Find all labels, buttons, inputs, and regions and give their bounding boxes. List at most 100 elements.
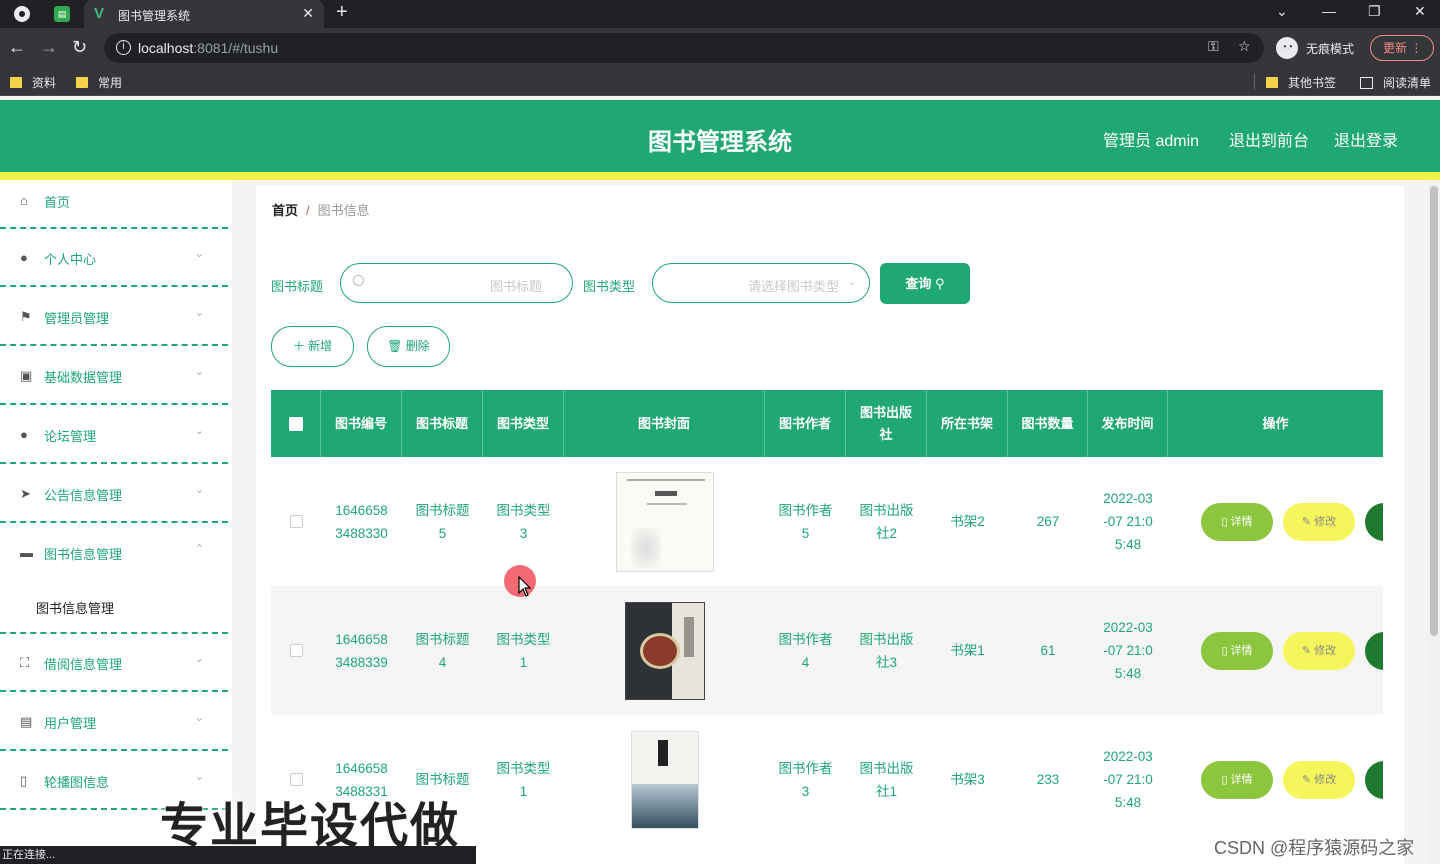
other-bookmarks[interactable]: 其他书签 [1266, 74, 1336, 91]
select-all-checkbox[interactable] [288, 416, 303, 431]
cell-actions: ▯ 详情 ✎ 修改 [1168, 586, 1383, 715]
bookmark-folder-changyong[interactable]: 常用 [76, 74, 122, 91]
cell-publisher: 图书出版 社2 [859, 502, 914, 541]
col-author: 图书作者 [765, 390, 846, 457]
send-icon: ➤ [20, 486, 31, 501]
restore-icon[interactable]: ❐ [1368, 3, 1381, 20]
delete-row-button[interactable] [1365, 632, 1383, 670]
logout-link[interactable]: 退出登录 [1334, 127, 1398, 151]
sidebar-item-users[interactable]: ▤ 用户管理 ⌄ [0, 693, 228, 751]
type-select[interactable]: 请选择图书类型 ⌄ [652, 263, 870, 303]
col-cover: 图书封面 [564, 390, 765, 457]
forward-icon[interactable]: → [40, 37, 58, 58]
url-input[interactable]: i localhost:8081/#/tushu ⚿ ☆ [104, 33, 1264, 63]
cell-count: 61 [1040, 643, 1056, 658]
sidebar-item-basic-data[interactable]: ▣ 基础数据管理 ⌄ [0, 347, 228, 405]
col-publisher: 图书出版社 [846, 390, 927, 457]
folder-icon [1266, 77, 1278, 88]
page-scrollbar-thumb[interactable] [1430, 186, 1438, 636]
sidebar-item-label: 借阅信息管理 [44, 657, 123, 672]
window-close-icon[interactable]: ✕ [1414, 3, 1426, 20]
sidebar-item-home[interactable]: ⌂ 首页 [0, 180, 228, 229]
tab-close-icon[interactable]: ✕ [302, 5, 314, 22]
row-check-cell[interactable] [271, 457, 321, 586]
sidebar-item-borrow[interactable]: ⛶ 借阅信息管理 ⌄ [0, 634, 228, 692]
sidebar-item-label: 用户管理 [44, 716, 97, 731]
site-info-icon[interactable]: i [116, 40, 131, 55]
back-to-front-link[interactable]: 退出到前台 [1229, 127, 1309, 151]
detail-button[interactable]: ▯ 详情 [1201, 632, 1273, 670]
sidebar-item-forum[interactable]: ● 论坛管理 ⌄ [0, 406, 228, 464]
sidebar-item-label: 个人中心 [44, 252, 97, 267]
chevron-down-icon: ⌄ [194, 484, 204, 496]
detail-button[interactable]: ▯ 详情 [1201, 761, 1273, 799]
sidebar-subitem-book-info[interactable]: 图书信息管理 [36, 598, 114, 617]
sidebar-item-personal[interactable]: ● 个人中心 ⌄ [0, 229, 228, 287]
detail-button[interactable]: ▯ 详情 [1201, 503, 1273, 541]
type-filter-label: 图书类型 [583, 279, 636, 294]
chevron-up-icon: ⌃ [194, 543, 204, 555]
app-header: 图书管理系统 管理员 admin 退出到前台 退出登录 [0, 100, 1440, 172]
pinned-tab-icon[interactable]: ▤ [54, 6, 70, 22]
tab-search-icon[interactable]: ⌄ [1276, 3, 1288, 20]
row-checkbox[interactable] [289, 644, 303, 657]
delete-row-button[interactable] [1365, 503, 1383, 541]
cell-count: 267 [1036, 514, 1060, 529]
title-filter-label: 图书标题 [271, 279, 324, 294]
breadcrumb-home[interactable]: 首页 [272, 203, 298, 218]
star-icon[interactable]: ☆ [1238, 38, 1251, 55]
chevron-down-icon: ⌄ [194, 425, 204, 437]
sidebar-item-label: 首页 [44, 195, 71, 210]
browser-status-bar: 正在连接... [0, 846, 476, 864]
browser-tab-active[interactable]: V 图书管理系统 ✕ [84, 0, 324, 28]
browser-tab-bar: ▤ V 图书管理系统 ✕ + ⌄ — ❐ ✕ [0, 0, 1440, 28]
incognito-icon: ◔◔ [1276, 37, 1298, 59]
book-icon: ▬ [20, 545, 33, 560]
cell-type: 图书类型 1 [496, 631, 551, 670]
cell-type: 图书类型 1 [496, 760, 551, 799]
edit-button[interactable]: ✎ 修改 [1283, 632, 1355, 670]
cell-id: 1646658 3488339 [335, 631, 388, 670]
cell-publisher: 图书出版 社1 [859, 760, 914, 799]
book-cover-image[interactable] [615, 471, 714, 572]
cell-time: 2022-03 -07 21:0 5:48 [1103, 620, 1153, 681]
edit-button[interactable]: ✎ 修改 [1283, 503, 1355, 541]
key-icon[interactable]: ⚿ [1208, 38, 1219, 55]
row-checkbox[interactable] [289, 773, 303, 786]
chevron-down-icon: ⌄ [847, 276, 857, 288]
title-search-input[interactable]: 图书标题 [340, 263, 573, 303]
new-tab-icon[interactable]: + [336, 1, 348, 24]
bookmark-folder-ziliao[interactable]: 资料 [10, 74, 56, 91]
flag-icon: ⚑ [20, 309, 32, 324]
header-accent-bar [0, 172, 1440, 180]
cell-time: 2022-03 -07 21:0 5:48 [1103, 491, 1153, 552]
add-button[interactable]: ＋ 新增 [271, 326, 354, 367]
user-icon: ● [20, 250, 28, 265]
sidebar-item-notice[interactable]: ➤ 公告信息管理 ⌄ [0, 465, 228, 523]
query-button[interactable]: 查询 ⚲ [880, 263, 970, 304]
incognito-indicator[interactable]: ◔◔ 无痕模式 [1276, 37, 1354, 59]
sidebar-item-label: 论坛管理 [44, 429, 97, 444]
col-count: 图书数量 [1008, 390, 1088, 457]
back-icon[interactable]: ← [8, 37, 26, 58]
browser-menu-icon[interactable] [14, 6, 30, 22]
book-cover-image[interactable] [624, 601, 705, 700]
reload-icon[interactable]: ↻ [72, 37, 87, 58]
row-check-cell[interactable] [271, 586, 321, 715]
book-cover-image[interactable] [630, 730, 699, 829]
delete-button[interactable]: 🗑 删除 [367, 326, 450, 367]
chart-icon: ▣ [20, 368, 33, 383]
delete-row-button[interactable] [1365, 761, 1383, 799]
update-button[interactable]: 更新 ⋮ [1370, 35, 1434, 61]
table-row: 1646658 3488339 图书标题 4 图书类型 1 图书作者 4 图书出… [271, 586, 1383, 715]
sidebar-item-book[interactable]: ▬ 图书信息管理 ⌃ [0, 524, 228, 634]
cell-author: 图书作者 3 [778, 760, 833, 799]
reading-list[interactable]: 阅读清单 [1360, 74, 1431, 91]
row-checkbox[interactable] [289, 515, 303, 528]
select-all-cell[interactable] [271, 390, 321, 457]
chevron-down-icon: ⌄ [194, 307, 204, 319]
minimize-icon[interactable]: — [1322, 3, 1336, 19]
sidebar-item-admin[interactable]: ⚑ 管理员管理 ⌄ [0, 288, 228, 346]
edit-button[interactable]: ✎ 修改 [1283, 761, 1355, 799]
cell-shelf: 书架2 [950, 514, 985, 529]
